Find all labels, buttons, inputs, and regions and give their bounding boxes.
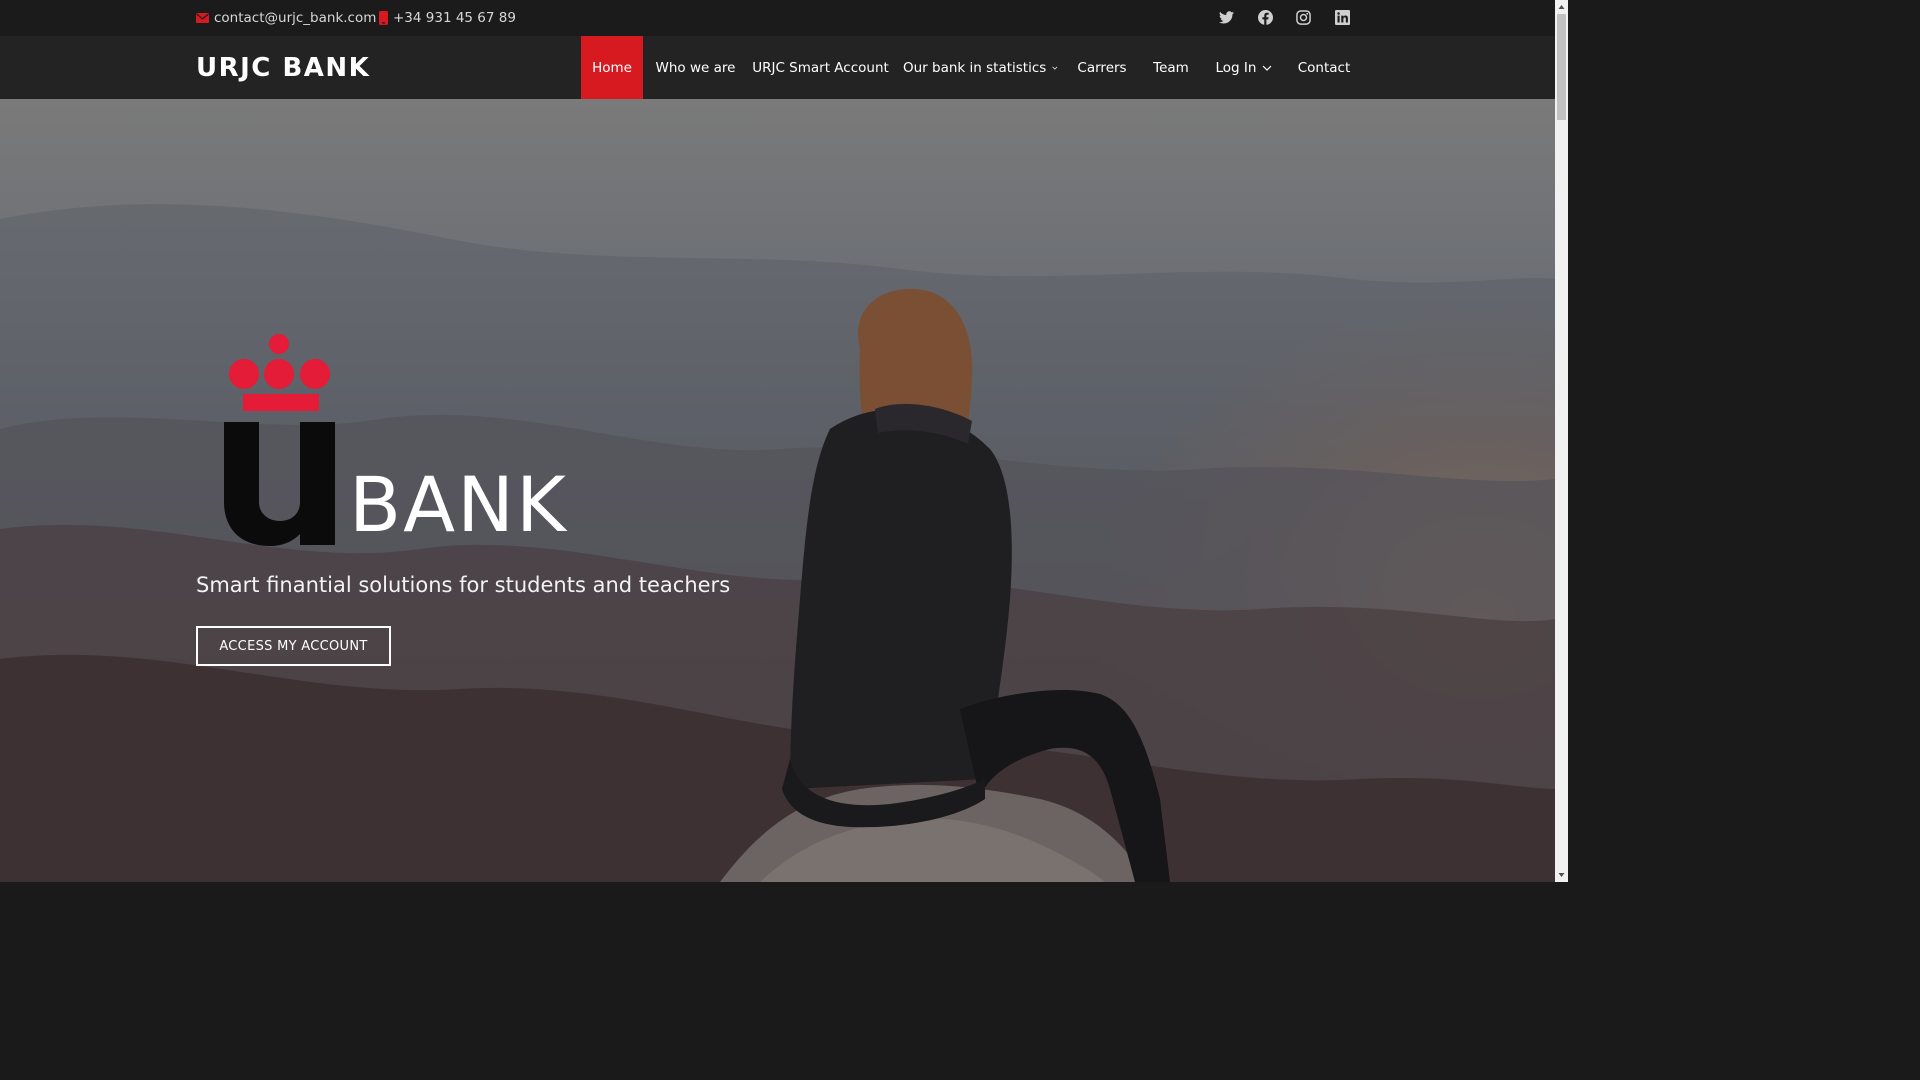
nav-login[interactable]: Log In: [1212, 36, 1276, 99]
nav-who-we-are[interactable]: Who we are: [648, 36, 743, 99]
nav-who-we-are-label: Who we are: [655, 59, 736, 76]
nav-carrers-label: Carrers: [1077, 59, 1127, 76]
contact-phone[interactable]: +34 931 45 67 89: [379, 0, 516, 36]
envelope-icon: [196, 13, 209, 23]
scroll-down-arrow-icon[interactable]: [1555, 868, 1568, 882]
twitter-icon[interactable]: [1218, 9, 1235, 26]
nav-team-label: Team: [1153, 59, 1189, 76]
nav-login-label: Log In: [1215, 59, 1257, 76]
ubank-logo-word: BANK: [349, 460, 568, 549]
chevron-down-icon: [1052, 66, 1058, 70]
contact-phone-text: +34 931 45 67 89: [393, 10, 516, 26]
scrollbar-thumb[interactable]: [1557, 14, 1566, 120]
hero-section: BANK Smart finantial solutions for stude…: [0, 99, 1555, 882]
scroll-up-arrow-icon[interactable]: [1555, 0, 1568, 14]
nav-carrers[interactable]: Carrers: [1074, 36, 1130, 99]
access-account-button[interactable]: ACCESS MY ACCOUNT: [196, 626, 391, 666]
site-logo[interactable]: URJC BANK: [196, 36, 370, 99]
nav-smart-account-label: URJC Smart Account: [752, 59, 889, 76]
chevron-down-icon: [1263, 65, 1272, 71]
facebook-icon[interactable]: [1257, 9, 1274, 26]
instagram-icon[interactable]: [1295, 9, 1312, 26]
ubank-logo-mark: [224, 334, 335, 546]
nav-contact[interactable]: Contact: [1293, 36, 1355, 99]
hero-tagline: Smart finantial solutions for students a…: [196, 573, 731, 597]
nav-statistics[interactable]: Our bank in statistics: [903, 36, 1058, 99]
top-bar: contact@urjc_bank.com +34 931 45 67 89: [0, 0, 1555, 36]
main-header: URJC BANK Home Who we are URJC Smart Acc…: [0, 36, 1555, 99]
contact-email-text: contact@urjc_bank.com: [214, 10, 377, 26]
contact-email[interactable]: contact@urjc_bank.com: [196, 0, 376, 36]
nav-smart-account[interactable]: URJC Smart Account: [752, 36, 889, 99]
nav-home[interactable]: Home: [581, 36, 643, 99]
nav-statistics-label: Our bank in statistics: [903, 59, 1047, 76]
nav-home-label: Home: [592, 59, 632, 76]
nav-contact-label: Contact: [1297, 59, 1351, 76]
phone-icon: [379, 11, 388, 25]
linkedin-icon[interactable]: [1334, 9, 1351, 26]
nav-team[interactable]: Team: [1147, 36, 1195, 99]
page-scrollbar[interactable]: [1555, 0, 1568, 882]
